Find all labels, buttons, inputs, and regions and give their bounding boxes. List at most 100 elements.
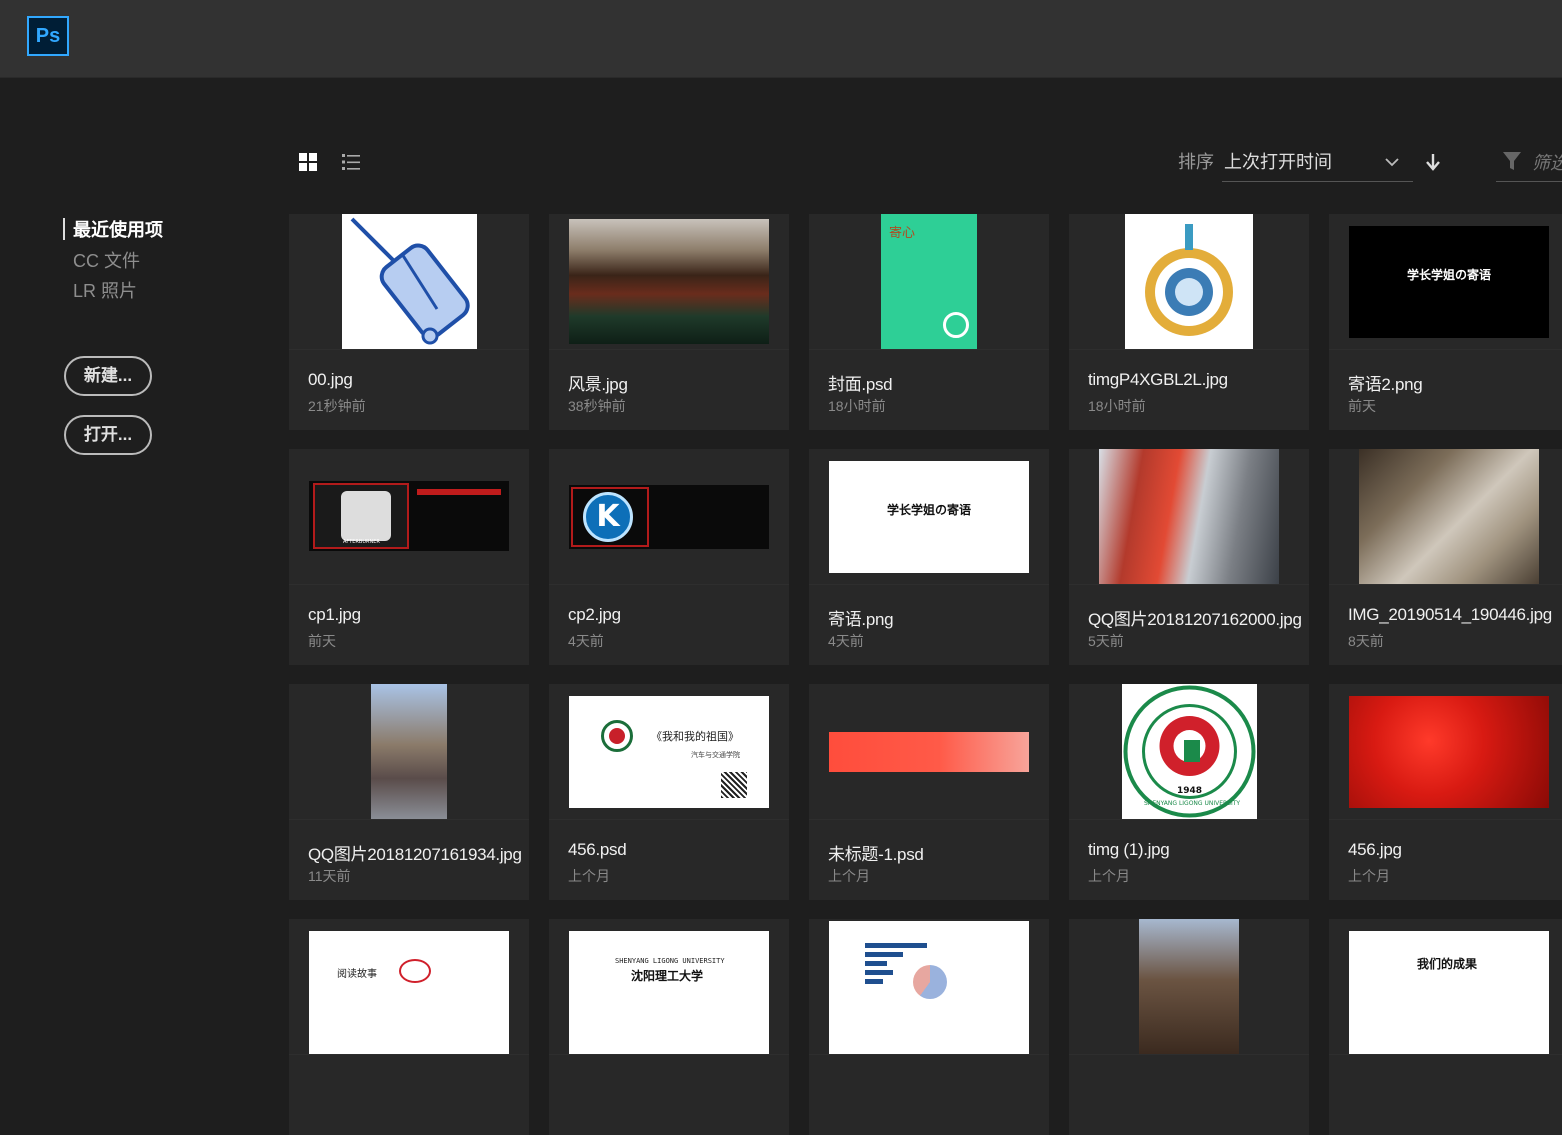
card-divider [1069, 584, 1309, 585]
file-card[interactable]: QQ图片20181207162000.jpg 5天前 [1069, 449, 1309, 665]
sidebar: 最近使用项 CC 文件 LR 照片 新建... 打开... [0, 78, 280, 989]
file-card[interactable]: 寄心 封面.psd 18小时前 [809, 214, 1049, 430]
card-divider [809, 349, 1049, 350]
file-thumbnail[interactable] [289, 684, 529, 819]
file-card[interactable]: 阅读故事 [289, 919, 529, 1135]
file-thumbnail[interactable]: 阅读故事 [289, 919, 529, 1054]
file-card[interactable]: IMG_20190514_190446.jpg 8天前 [1329, 449, 1562, 665]
file-name: 寄语.png [828, 610, 894, 629]
thumb-bar-chart [829, 921, 1029, 1054]
chevron-down-icon[interactable] [1384, 154, 1400, 170]
card-divider [549, 1054, 789, 1055]
file-modified-time: 4天前 [568, 633, 604, 649]
file-modified-time: 4天前 [828, 633, 864, 649]
thumb-caption: 学长学姐の寄语 [1407, 268, 1492, 282]
card-divider [289, 584, 529, 585]
chart-bar [865, 961, 887, 966]
thumb-white-card: 《我和我的祖国》汽车与交通学院 [569, 696, 769, 808]
file-card[interactable]: 我们的成果 [1329, 919, 1562, 1135]
thumb-diagram: 阅读故事 [309, 931, 509, 1054]
thumb-title: 寄心 [889, 226, 916, 241]
file-card[interactable]: 风景.jpg 38秒钟前 [549, 214, 789, 430]
grid-view-icon[interactable] [298, 152, 318, 172]
file-card[interactable]: 未标题-1.psd 上个月 [809, 684, 1049, 900]
file-card[interactable]: 《我和我的祖国》 汽车与交通学院 456.psd 上个月 [549, 684, 789, 900]
file-thumbnail[interactable] [1329, 684, 1562, 819]
file-card[interactable]: AFTERBURNER cp1.jpg 前天 [289, 449, 529, 665]
seal-core [609, 728, 625, 744]
file-thumbnail[interactable]: 学长学姐の寄语 [1329, 214, 1562, 349]
thumb-black-card: 学长学姐の寄语 [1349, 226, 1549, 338]
file-thumbnail[interactable] [809, 684, 1049, 819]
file-card[interactable]: timgP4XGBL2L.jpg 18小时前 [1069, 214, 1309, 430]
thumb-world [1125, 214, 1253, 349]
nav-recent[interactable]: 最近使用项 [73, 217, 163, 243]
list-view-icon[interactable] [341, 152, 361, 172]
nav-cc-files[interactable]: CC 文件 [73, 248, 140, 274]
chart-bar [865, 952, 903, 957]
thumb-university-title: SHENYANG LIGONG UNIVERSITY 沈阳理工大学 [569, 931, 769, 1054]
thumb-achievement: 我们的成果 [1349, 931, 1549, 1054]
file-thumbnail[interactable] [809, 919, 1049, 1054]
file-thumbnail[interactable] [1069, 919, 1309, 1054]
file-card[interactable]: 00.jpg 21秒钟前 [289, 214, 529, 430]
card-title: 《我和我的祖国》 [651, 730, 739, 743]
file-card[interactable]: Kcp2.jpg 4天前 [549, 449, 789, 665]
nav-lr-photos[interactable]: LR 照片 [73, 278, 137, 304]
thumb-landscape [569, 219, 769, 344]
file-modified-time: 上个月 [568, 868, 610, 884]
diagram-node: 阅读故事 [337, 969, 377, 980]
file-thumbnail[interactable]: 寄心 [809, 214, 1049, 349]
file-thumbnail[interactable]: 我们的成果 [1329, 919, 1562, 1054]
new-button[interactable]: 新建... [64, 356, 152, 396]
thumb-green-cover: 寄心 [881, 214, 977, 349]
card-divider [549, 349, 789, 350]
file-card[interactable]: 1948 SHENYANG LIGONG UNIVERSITY timg (1).j… [1069, 684, 1309, 900]
card-divider [289, 349, 529, 350]
luggage-icon [350, 217, 470, 345]
sort-select[interactable]: 上次打开时间 [1224, 148, 1332, 174]
file-card[interactable]: 学长学姐の寄语寄语.png 4天前 [809, 449, 1049, 665]
file-card[interactable] [1069, 919, 1309, 1135]
app-header: Ps [0, 0, 1562, 78]
seal-icon [943, 312, 969, 338]
filter-input[interactable]: 筛选 [1532, 149, 1562, 175]
file-thumbnail[interactable]: 《我和我的祖国》汽车与交通学院 [549, 684, 789, 819]
file-thumbnail[interactable] [1069, 214, 1309, 349]
file-thumbnail[interactable] [289, 214, 529, 349]
file-modified-time: 38秒钟前 [568, 398, 626, 414]
card-divider [1329, 1054, 1562, 1055]
kombustor-logo: K [571, 487, 649, 547]
file-name: timgP4XGBL2L.jpg [1088, 370, 1228, 389]
file-name: 00.jpg [308, 370, 353, 389]
thumb-kombustor: K [569, 485, 769, 549]
card-subtitle: 汽车与交通学院 [691, 751, 740, 759]
file-modified-time: 18小时前 [1088, 398, 1146, 414]
file-thumbnail[interactable] [1329, 449, 1562, 584]
card-divider [809, 1054, 1049, 1055]
file-name: QQ图片20181207161934.jpg [308, 845, 522, 864]
file-thumbnail[interactable]: AFTERBURNER [289, 449, 529, 584]
file-name: IMG_20190514_190446.jpg [1348, 605, 1552, 624]
file-card[interactable]: SHENYANG LIGONG UNIVERSITY 沈阳理工大学 [549, 919, 789, 1135]
file-card[interactable]: 学长学姐の寄语 寄语2.png 前天 [1329, 214, 1562, 430]
file-thumbnail[interactable]: K [549, 449, 789, 584]
file-modified-time: 上个月 [828, 868, 870, 884]
file-thumbnail[interactable]: 1948 SHENYANG LIGONG UNIVERSITY [1069, 684, 1309, 819]
thumb-street-photo [371, 684, 447, 819]
globe-icon [1145, 224, 1233, 336]
file-thumbnail[interactable] [549, 214, 789, 349]
file-card[interactable]: QQ图片20181207161934.jpg 11天前 [289, 684, 529, 900]
file-thumbnail[interactable]: 学长学姐の寄语 [809, 449, 1049, 584]
open-button[interactable]: 打开... [64, 415, 152, 455]
file-card[interactable]: 456.jpg 上个月 [1329, 684, 1562, 900]
file-card[interactable] [809, 919, 1049, 1135]
file-modified-time: 上个月 [1088, 868, 1130, 884]
file-modified-time: 前天 [308, 633, 336, 649]
file-thumbnail[interactable] [1069, 449, 1309, 584]
file-thumbnail[interactable]: SHENYANG LIGONG UNIVERSITY 沈阳理工大学 [549, 919, 789, 1054]
seal-year: 1948 [1177, 786, 1203, 796]
red-banner [417, 489, 501, 495]
chart-bar [865, 970, 893, 975]
sort-direction-arrow-icon[interactable] [1424, 152, 1442, 172]
